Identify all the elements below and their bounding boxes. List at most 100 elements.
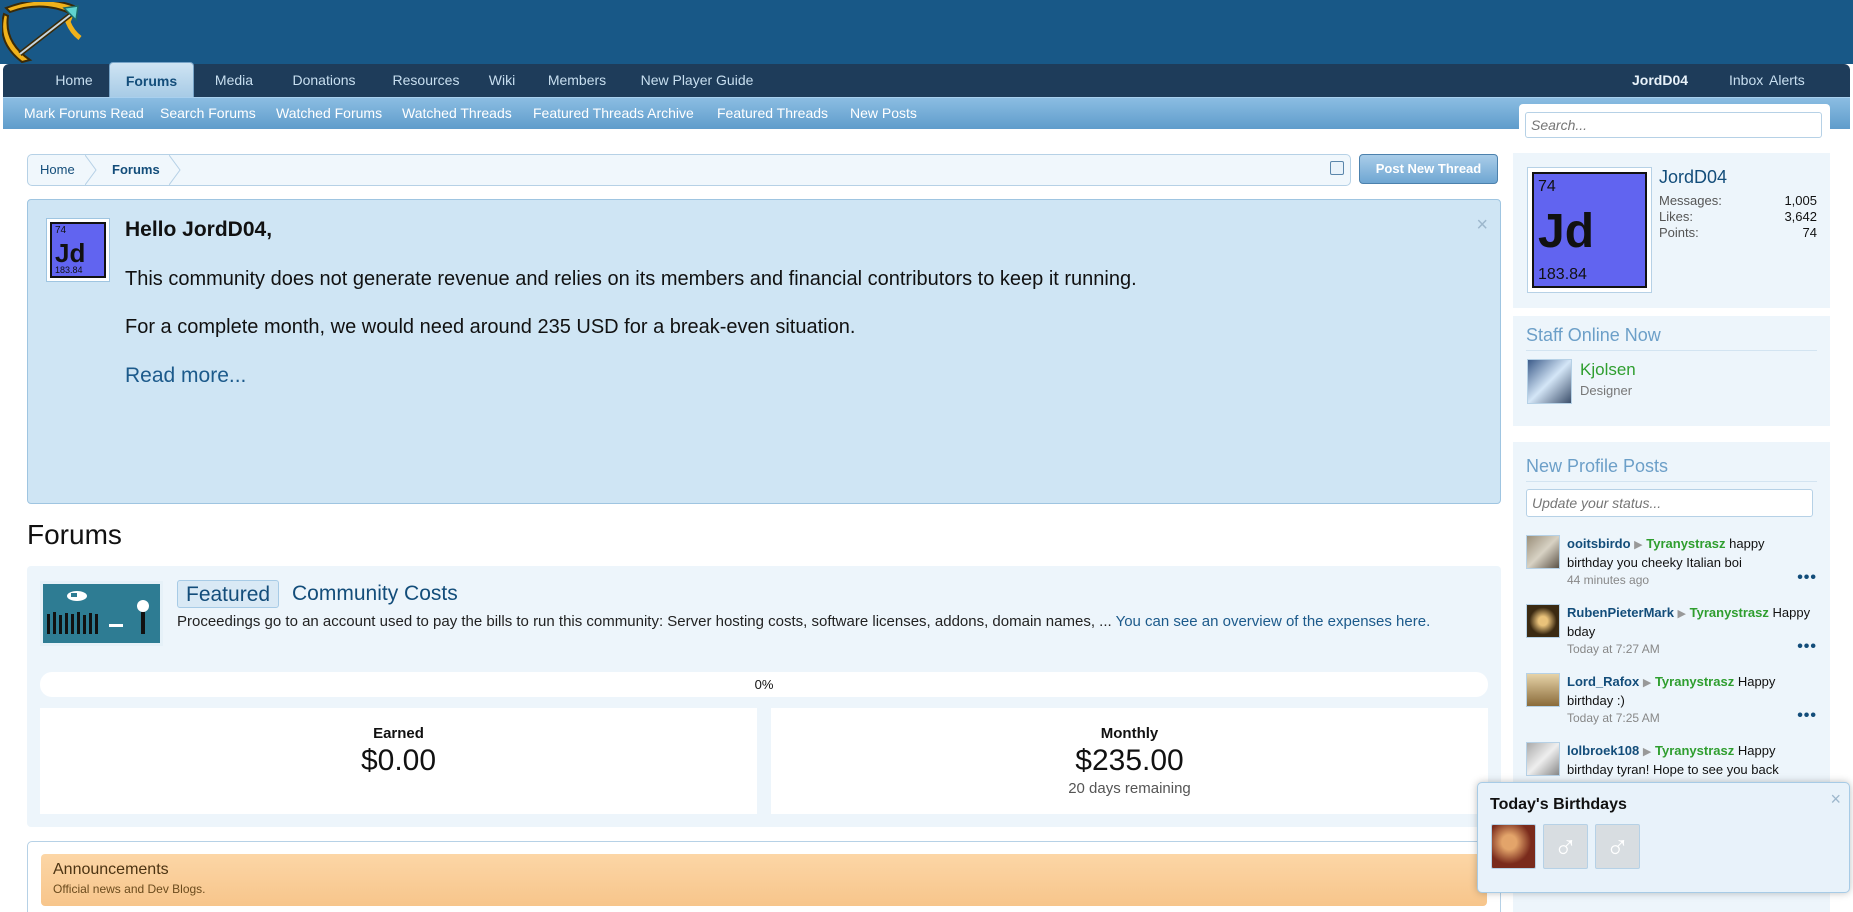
expenses-overview-link[interactable]: You can see an overview of the expenses … — [1116, 613, 1431, 630]
element-tile-avatar: 74 Jd 183.84 — [50, 222, 106, 278]
birthday-user-avatar[interactable] — [1491, 824, 1536, 869]
breadcrumb-home[interactable]: Home — [40, 155, 75, 185]
post-new-thread-button[interactable]: Post New Thread — [1359, 154, 1498, 184]
post-author-link[interactable]: RubenPieterMark — [1567, 605, 1674, 620]
visitor-points: Points: 74 — [1659, 225, 1817, 240]
featured-description: Proceedings go to an account used to pay… — [177, 612, 1467, 632]
notice-avatar[interactable]: 74 Jd 183.84 — [46, 218, 110, 282]
visitor-avatar[interactable]: 74 Jd 183.84 — [1527, 167, 1652, 293]
post-target-link[interactable]: Tyranystrasz — [1646, 536, 1725, 551]
post-timestamp[interactable]: Today at 7:25 AM — [1567, 711, 1660, 725]
subnav-watched-forums[interactable]: Watched Forums — [276, 98, 382, 128]
subnav-new-posts[interactable]: New Posts — [850, 98, 917, 128]
nav-inbox[interactable]: Inbox — [1729, 64, 1763, 97]
more-options-icon[interactable]: ••• — [1797, 707, 1817, 725]
monthly-label: Monthly — [1100, 725, 1159, 742]
main-navigation: Home Forums Media Donations Resources Wi… — [3, 62, 1850, 97]
logo-bow-icon[interactable] — [2, 2, 84, 64]
post-author-link[interactable]: Lord_Rafox — [1567, 674, 1639, 689]
notice-read-more-link[interactable]: Read more... — [125, 364, 246, 388]
male-avatar-icon[interactable]: ♂ — [1595, 824, 1640, 869]
nav-tab-new-player-guide[interactable]: New Player Guide — [629, 64, 765, 97]
staff-username[interactable]: Kjolsen — [1580, 360, 1636, 380]
post-timestamp[interactable]: 44 minutes ago — [1567, 573, 1649, 587]
jump-menu-icon[interactable] — [1330, 161, 1344, 175]
post-timestamp[interactable]: Today at 7:27 AM — [1567, 642, 1660, 656]
staff-role: Designer — [1580, 383, 1633, 398]
post-author-link[interactable]: ooitsbirdo — [1567, 536, 1631, 551]
male-avatar-icon[interactable]: ♂ — [1543, 824, 1588, 869]
nav-tab-home[interactable]: Home — [41, 64, 107, 97]
post-author-avatar[interactable] — [1526, 604, 1560, 638]
subnav-featured-threads[interactable]: Featured Threads — [717, 98, 828, 128]
monthly-value: $235.00 — [1075, 744, 1184, 777]
featured-title-link[interactable]: Community Costs — [292, 582, 458, 606]
earned-value: $0.00 — [360, 744, 437, 777]
post-target-link[interactable]: Tyranystrasz — [1655, 743, 1734, 758]
tile-number: 74 — [1538, 178, 1556, 195]
subnav-mark-forums-read[interactable]: Mark Forums Read — [24, 98, 144, 128]
visitor-likes: Likes: 3,642 — [1659, 209, 1817, 224]
tile-number: 74 — [55, 225, 67, 236]
nav-tab-forums[interactable]: Forums — [109, 62, 194, 97]
likes-label: Likes: — [1659, 209, 1693, 224]
breadcrumb: Home Forums — [27, 154, 1351, 186]
monthly-stat: Monthly $235.00 20 days remaining — [771, 708, 1488, 814]
featured-donation-panel: Featured Community Costs Proceedings go … — [27, 566, 1501, 827]
forum-category: Announcements Official news and Dev Blog… — [27, 841, 1501, 912]
subnav-search-forums[interactable]: Search Forums — [160, 98, 256, 128]
nav-tab-media[interactable]: Media — [202, 64, 266, 97]
community-costs-image[interactable] — [40, 581, 163, 646]
element-tile-avatar: 74 Jd 183.84 — [1532, 172, 1647, 288]
todays-birthdays-popup: Today's Birthdays × ♂ ♂ — [1477, 782, 1850, 893]
post-author-avatar[interactable] — [1526, 535, 1560, 569]
status-update-input[interactable] — [1526, 489, 1813, 517]
birthdays-close-icon[interactable]: × — [1830, 789, 1841, 810]
visitor-username[interactable]: JordD04 — [1659, 167, 1727, 188]
post-author-avatar[interactable] — [1526, 673, 1560, 707]
progress-label: 0% — [754, 677, 774, 692]
profile-post-text: RubenPieterMark ▶ Tyranystrasz Happy bda… — [1567, 604, 1814, 641]
visitor-messages: Messages: 1,005 — [1659, 193, 1817, 208]
featured-badge: Featured — [177, 580, 280, 608]
nav-user-account[interactable]: JordD04 — [1632, 64, 1688, 97]
profile-post-text: lolbroek108 ▶ Tyranystrasz Happy birthda… — [1567, 742, 1814, 779]
subnav-watched-threads[interactable]: Watched Threads — [402, 98, 512, 128]
announcements-description: Official news and Dev Blogs. — [53, 882, 206, 896]
subnav-featured-threads-archive[interactable]: Featured Threads Archive — [533, 98, 694, 128]
breadcrumb-separator-icon — [169, 155, 181, 185]
featured-description-text: Proceedings go to an account used to pay… — [177, 613, 1112, 630]
staff-avatar[interactable] — [1527, 359, 1572, 404]
birthdays-heading: Today's Birthdays — [1490, 796, 1627, 813]
post-author-avatar[interactable] — [1526, 742, 1560, 776]
breadcrumb-forums[interactable]: Forums — [112, 155, 160, 185]
notice-text-line-2: For a complete month, we would need arou… — [125, 316, 856, 338]
nav-tab-resources[interactable]: Resources — [379, 64, 473, 97]
site-header — [0, 0, 1853, 64]
search-input[interactable] — [1525, 112, 1822, 138]
page-title: Forums — [27, 519, 122, 550]
more-options-icon[interactable]: ••• — [1797, 569, 1817, 587]
tile-weight: 183.84 — [55, 265, 83, 275]
staff-online-heading: Staff Online Now — [1526, 325, 1661, 345]
divider — [1526, 481, 1817, 482]
notice-close-icon[interactable]: × — [1476, 214, 1488, 237]
points-label: Points: — [1659, 225, 1699, 240]
likes-count[interactable]: 3,642 — [1784, 209, 1817, 224]
earned-stat: Earned $0.00 — [40, 708, 757, 814]
nav-alerts[interactable]: Alerts — [1769, 64, 1805, 97]
post-author-link[interactable]: lolbroek108 — [1567, 743, 1639, 758]
nav-tab-donations[interactable]: Donations — [278, 64, 370, 97]
announcements-category-header: Announcements Official news and Dev Blog… — [41, 854, 1487, 906]
arrow-right-icon: ▶ — [1642, 677, 1652, 689]
more-options-icon[interactable]: ••• — [1797, 638, 1817, 656]
post-target-link[interactable]: Tyranystrasz — [1655, 674, 1734, 689]
breadcrumb-separator-icon — [85, 155, 97, 185]
post-target-link[interactable]: Tyranystrasz — [1690, 605, 1769, 620]
announcements-link[interactable]: Announcements — [53, 861, 169, 879]
points-count[interactable]: 74 — [1803, 225, 1817, 240]
donation-notice: 74 Jd 183.84 × Hello JordD04, This commu… — [27, 199, 1501, 504]
messages-count[interactable]: 1,005 — [1784, 193, 1817, 208]
nav-tab-members[interactable]: Members — [537, 64, 617, 97]
nav-tab-wiki[interactable]: Wiki — [477, 64, 527, 97]
